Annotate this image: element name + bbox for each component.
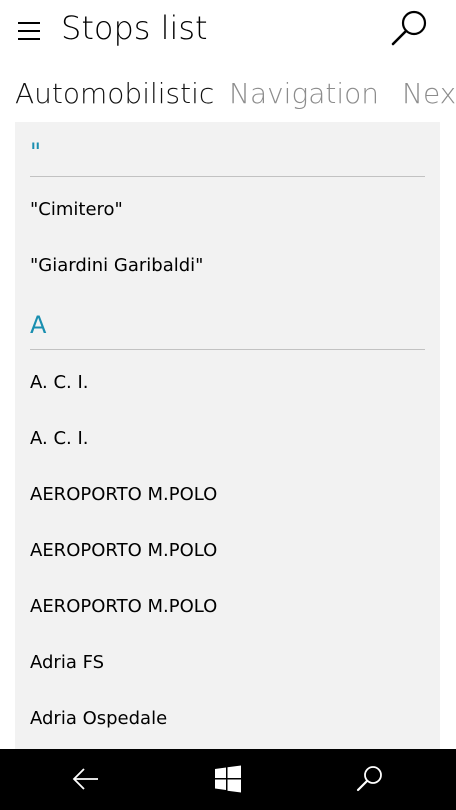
header: Stops list	[0, 0, 456, 62]
list-item[interactable]: Adria FS	[15, 635, 440, 691]
app-root: Stops list Automobilistic Navigation Nex…	[0, 0, 456, 810]
list-item[interactable]: AEROPORTO M.POLO	[15, 523, 440, 579]
tab-automobilistic[interactable]: Automobilistic	[15, 72, 214, 116]
group-header-a[interactable]: A	[30, 294, 425, 350]
system-navbar	[0, 749, 456, 810]
group-header-label: A	[30, 311, 47, 339]
pivot-tabs: Automobilistic Navigation Nex	[0, 72, 456, 120]
group-header-quote[interactable]: "	[30, 122, 425, 177]
list-item[interactable]: AEROPORTO M.POLO	[15, 467, 440, 523]
tab-navigation[interactable]: Navigation	[229, 72, 379, 116]
tab-next[interactable]: Nex	[402, 72, 456, 116]
group-header-label: "	[30, 138, 42, 166]
windows-logo-icon[interactable]	[212, 763, 244, 795]
hamburger-menu-icon[interactable]	[18, 22, 42, 40]
back-arrow-icon[interactable]	[70, 763, 102, 795]
search-icon[interactable]	[388, 6, 432, 50]
search-icon[interactable]	[354, 763, 386, 795]
list-item[interactable]: A. C. I.	[15, 355, 440, 411]
list-item[interactable]: A. C. I.	[15, 411, 440, 467]
stops-list: " "Cimitero" "Giardini Garibaldi" A A. C…	[15, 122, 440, 749]
list-item[interactable]: Adria Ospedale	[15, 691, 440, 747]
page-title: Stops list	[61, 9, 208, 47]
list-item[interactable]: "Giardini Garibaldi"	[15, 238, 440, 294]
list-item[interactable]: "Cimitero"	[15, 182, 440, 238]
list-item[interactable]: AEROPORTO M.POLO	[15, 579, 440, 635]
